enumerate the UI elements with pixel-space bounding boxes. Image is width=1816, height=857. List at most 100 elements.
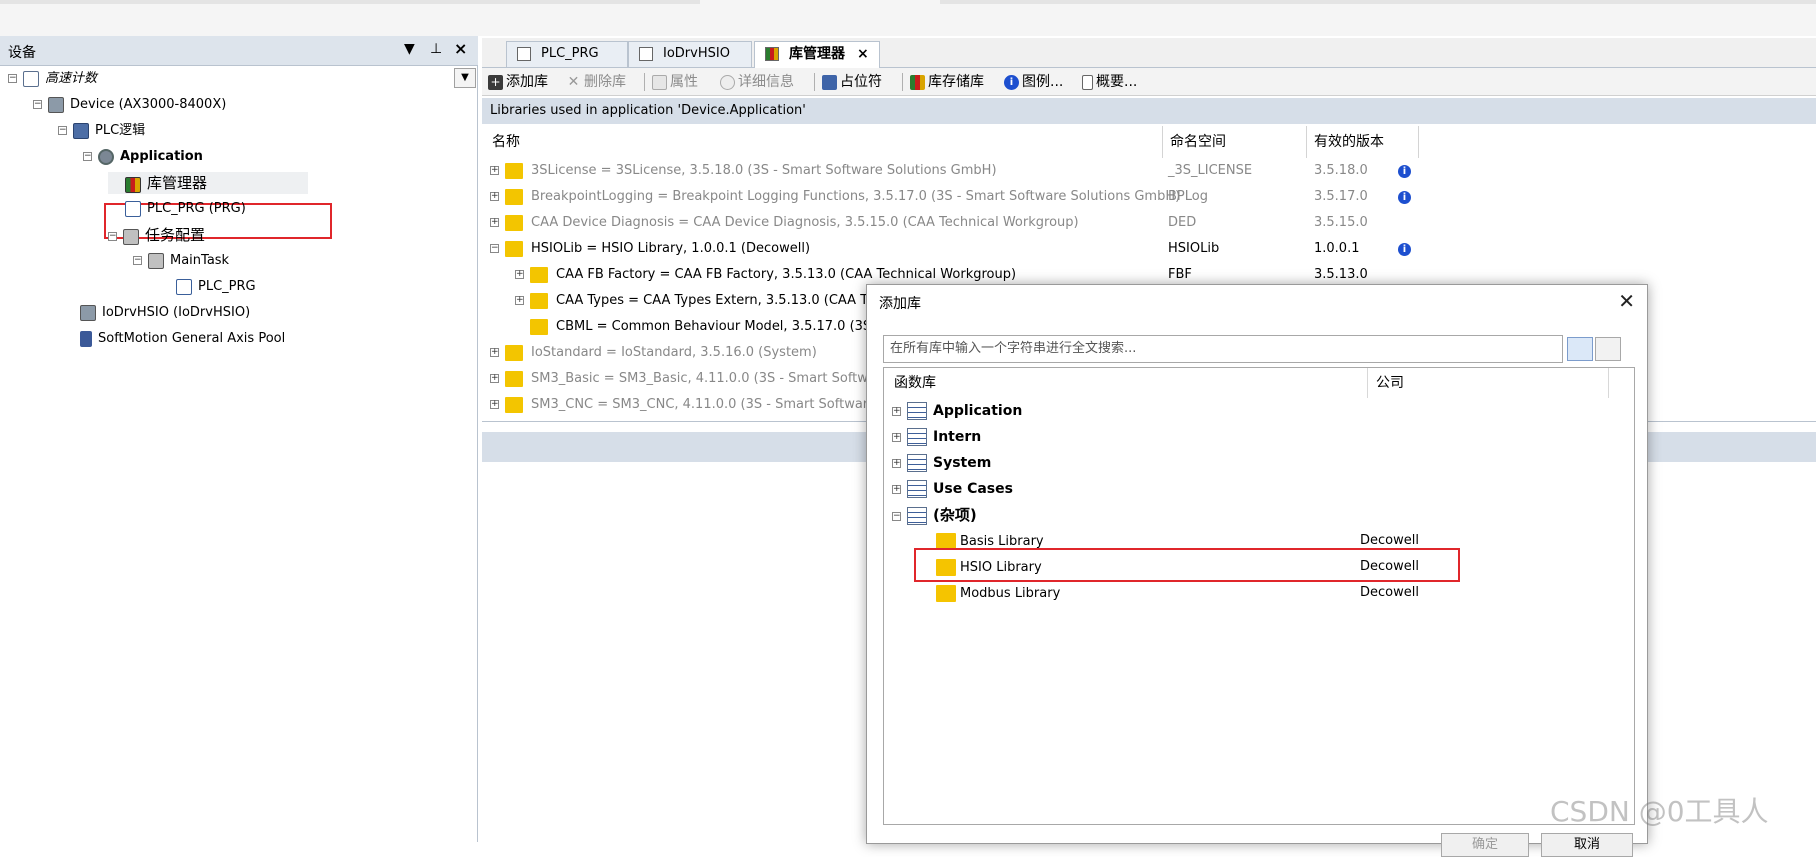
library-row[interactable]: + BreakpointLogging = Breakpoint Logging … bbox=[482, 184, 1442, 210]
expand-icon[interactable]: + bbox=[490, 192, 499, 201]
library-toolbar: + 添加库 ✕ 删除库 属性 详细信息 占位符 库存储库 i 图例... 概要... bbox=[482, 68, 1816, 96]
editor-tab-bar: PLC_PRG IoDrvHSIO 库管理器 × bbox=[482, 38, 1816, 69]
tree-node-project[interactable]: − 高速计数 bbox=[8, 68, 97, 90]
library-name: SM3_CNC = SM3_CNC, 4.11.0.0 (3S - Smart … bbox=[531, 397, 876, 412]
category-label: Use Cases bbox=[933, 481, 1013, 497]
collapse-icon[interactable]: − bbox=[58, 126, 67, 135]
expand-icon[interactable]: + bbox=[490, 166, 499, 175]
close-tab-icon[interactable]: × bbox=[857, 46, 869, 62]
expand-icon[interactable]: + bbox=[892, 458, 901, 468]
info-icon[interactable]: i bbox=[1398, 191, 1411, 204]
category-label: (杂项) bbox=[933, 506, 977, 524]
category-intern[interactable]: + Intern bbox=[892, 424, 981, 450]
column-divider bbox=[1367, 368, 1368, 398]
info-icon[interactable]: i bbox=[1398, 243, 1411, 256]
library-search-input[interactable]: 在所有库中输入一个字符串进行全文搜索... bbox=[883, 335, 1563, 363]
add-library-button[interactable]: + 添加库 bbox=[488, 72, 548, 92]
legend-button[interactable]: i 图例... bbox=[1004, 72, 1063, 92]
collapse-icon[interactable]: − bbox=[892, 511, 901, 521]
tab-library-manager[interactable]: 库管理器 × bbox=[754, 41, 880, 69]
collapse-icon[interactable]: − bbox=[83, 152, 92, 161]
tab-iodrvhsio[interactable]: IoDrvHSIO bbox=[628, 41, 752, 67]
highlight-box bbox=[914, 548, 1460, 582]
pin-icon[interactable]: ⊥ bbox=[430, 41, 442, 57]
tree-node-maintask[interactable]: − MainTask bbox=[133, 250, 229, 272]
tree-node-iodrvhsio[interactable]: IoDrvHSIO (IoDrvHSIO) bbox=[80, 302, 250, 324]
properties-button[interactable]: 属性 bbox=[652, 72, 698, 92]
tree-node-label: PLC逻辑 bbox=[95, 123, 146, 138]
collapse-icon[interactable]: − bbox=[8, 74, 17, 83]
collapse-icon[interactable]: − bbox=[490, 244, 499, 253]
library-row[interactable]: + CAA Device Diagnosis = CAA Device Diagn… bbox=[482, 210, 1442, 236]
library-folder-icon bbox=[530, 266, 548, 283]
delete-library-button[interactable]: ✕ 删除库 bbox=[566, 72, 626, 92]
close-icon[interactable]: ✕ bbox=[1618, 289, 1635, 313]
expand-icon[interactable]: + bbox=[490, 348, 499, 357]
tree-node-label: MainTask bbox=[170, 253, 230, 268]
library-repository-button[interactable]: 库存储库 bbox=[910, 72, 984, 92]
info-icon: i bbox=[1004, 74, 1019, 90]
expand-icon[interactable]: + bbox=[892, 406, 901, 416]
column-header-name[interactable]: 名称 bbox=[492, 130, 520, 154]
expand-icon[interactable]: + bbox=[515, 296, 524, 305]
add-library-dialog: 添加库 ✕ 在所有库中输入一个字符串进行全文搜索... 函数库 公司 + Appl… bbox=[866, 284, 1648, 857]
summary-icon bbox=[1082, 74, 1093, 90]
tree-node-plc-prg-call[interactable]: PLC_PRG bbox=[176, 276, 256, 298]
library-row[interactable]: − HSIOLib = HSIO Library, 1.0.0.1 (Decowe… bbox=[482, 236, 1442, 262]
expand-icon[interactable]: + bbox=[490, 218, 499, 227]
expand-icon[interactable]: + bbox=[892, 484, 901, 494]
tree-node-label: PLC_PRG bbox=[198, 279, 256, 294]
library-folder-icon bbox=[505, 214, 523, 231]
tree-node-plc-logic[interactable]: − PLC逻辑 bbox=[58, 120, 145, 142]
collapse-icon[interactable]: − bbox=[133, 256, 142, 265]
tree-node-application[interactable]: − Application bbox=[83, 146, 203, 168]
expand-icon[interactable]: + bbox=[490, 400, 499, 409]
devices-panel: 设备 ▼ ⊥ × ▼ − 高速计数 − Device (AX3000-8400X) … bbox=[0, 36, 478, 842]
library-company: Decowell bbox=[1360, 585, 1419, 600]
window-top-strip bbox=[0, 0, 1816, 36]
column-divider bbox=[1418, 126, 1419, 158]
tree-node-label: 任务配置 bbox=[145, 226, 206, 244]
ok-button[interactable]: 确定 bbox=[1441, 833, 1529, 857]
tree-node-library-manager[interactable]: 库管理器 bbox=[108, 172, 308, 194]
application-gear-icon bbox=[98, 148, 114, 165]
grouped-view-button[interactable] bbox=[1567, 337, 1593, 361]
category-misc[interactable]: − (杂项) bbox=[892, 502, 977, 528]
tree-node-label: Application bbox=[120, 149, 203, 164]
tree-node-device[interactable]: − Device (AX3000-8400X) bbox=[33, 94, 226, 116]
tree-scroll-dropdown[interactable]: ▼ bbox=[454, 68, 476, 88]
library-item-modbus[interactable]: Modbus Library Decowell bbox=[936, 580, 1616, 606]
info-icon[interactable]: i bbox=[1398, 165, 1411, 178]
library-row[interactable]: +3SLicense = 3SLicense, 3.5.18.0 (3S - S… bbox=[482, 158, 1442, 184]
category-application[interactable]: + Application bbox=[892, 398, 1022, 424]
library-category-icon bbox=[907, 402, 927, 420]
close-panel-icon[interactable]: × bbox=[454, 39, 467, 58]
library-namespace: BPLog bbox=[1168, 189, 1208, 204]
column-header-namespace[interactable]: 命名空间 bbox=[1170, 130, 1226, 154]
tab-label: IoDrvHSIO bbox=[663, 46, 730, 61]
placeholder-button[interactable]: 占位符 bbox=[822, 72, 882, 92]
expand-icon[interactable]: + bbox=[892, 432, 901, 442]
tree-node-task-config[interactable]: − 任务配置 bbox=[108, 224, 205, 246]
tree-node-label: 高速计数 bbox=[45, 71, 98, 86]
list-view-button[interactable] bbox=[1595, 337, 1621, 361]
collapse-icon[interactable]: − bbox=[108, 232, 117, 241]
cancel-button[interactable]: 取消 bbox=[1541, 833, 1633, 857]
library-item-label: Modbus Library bbox=[960, 586, 1061, 601]
collapse-icon[interactable]: − bbox=[33, 100, 42, 109]
column-header-company[interactable]: 公司 bbox=[1376, 372, 1404, 392]
expand-icon[interactable]: + bbox=[490, 374, 499, 383]
tab-plc-prg[interactable]: PLC_PRG bbox=[506, 41, 628, 67]
column-header-library[interactable]: 函数库 bbox=[894, 372, 936, 392]
column-header-version[interactable]: 有效的版本 bbox=[1314, 130, 1384, 154]
tree-node-axis-pool[interactable]: SoftMotion General Axis Pool bbox=[80, 328, 285, 350]
panel-menu-dropdown-icon[interactable]: ▼ bbox=[404, 41, 415, 57]
legend-label: 图例... bbox=[1022, 74, 1064, 90]
library-folder-icon bbox=[936, 584, 956, 602]
expand-icon[interactable]: + bbox=[515, 270, 524, 279]
category-use-cases[interactable]: + Use Cases bbox=[892, 476, 1013, 502]
tree-node-plc-prg[interactable]: PLC_PRG (PRG) bbox=[125, 198, 246, 220]
category-system[interactable]: + System bbox=[892, 450, 991, 476]
summary-button[interactable]: 概要... bbox=[1082, 72, 1137, 92]
details-button[interactable]: 详细信息 bbox=[720, 72, 794, 92]
